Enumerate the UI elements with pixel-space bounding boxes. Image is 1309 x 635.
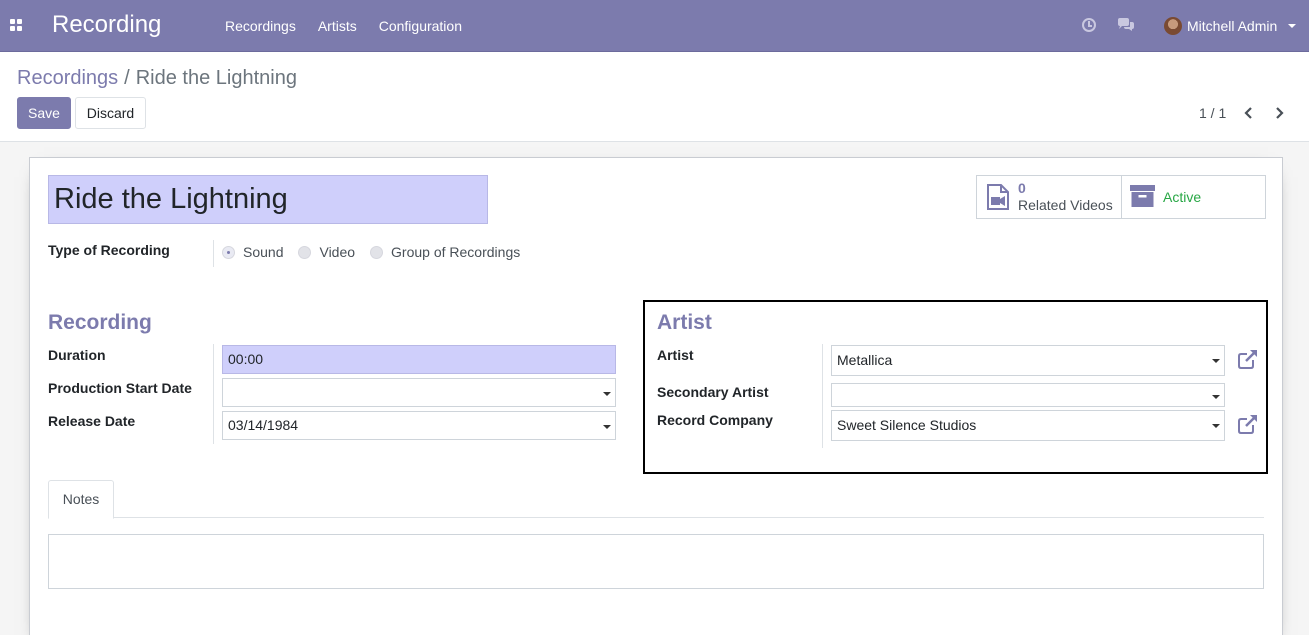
external-link-icon[interactable] — [1238, 414, 1258, 434]
pager-value[interactable]: 1 / 1 — [1199, 105, 1226, 121]
radio-unchecked-icon[interactable] — [370, 245, 384, 259]
release-date-label: Release Date — [48, 413, 136, 429]
duration-label: Duration — [48, 347, 106, 363]
artist-value: Metallica — [837, 352, 893, 368]
discard-button[interactable]: Discard — [75, 97, 146, 129]
date-dropdown-caret-icon[interactable] — [603, 425, 611, 429]
active-toggle-button[interactable]: Active — [1121, 176, 1265, 218]
recording-group-title: Recording — [48, 311, 152, 334]
release-date-value: 03/14/1984 — [228, 417, 299, 433]
artist-label: Artist — [657, 347, 694, 363]
record-company-dropdown-caret-icon[interactable] — [1212, 424, 1220, 428]
artist-group-box: Artist Artist Secondary Artist Record Co… — [643, 300, 1268, 474]
label-divider — [213, 344, 214, 444]
label-divider — [822, 344, 823, 448]
notebook-tabs: Notes — [48, 480, 1264, 519]
notes-field[interactable] — [48, 534, 1264, 589]
secondary-artist-dropdown-caret-icon[interactable] — [1212, 395, 1220, 399]
artist-group-title: Artist — [657, 311, 712, 334]
radio-label: Video — [319, 244, 356, 260]
radio-video[interactable]: Video — [298, 244, 355, 260]
recording-title-field[interactable]: Ride the Lightning — [48, 175, 488, 224]
menu-item-recordings[interactable]: Recordings — [214, 0, 307, 52]
pager-next-icon[interactable] — [1272, 106, 1286, 120]
record-company-value: Sweet Silence Studios — [837, 417, 977, 433]
label-divider — [213, 240, 214, 267]
file-video-icon — [987, 184, 1009, 210]
record-company-label: Record Company — [657, 412, 773, 428]
form-sheet: Ride the Lightning 0 Related Videos Acti… — [29, 157, 1283, 635]
top-navbar: Recording Recordings Artists Configurati… — [0, 0, 1309, 52]
artist-field[interactable]: Metallica — [831, 345, 1225, 376]
related-videos-label: Related Videos — [1018, 197, 1113, 213]
type-of-recording-label: Type of Recording — [48, 242, 170, 258]
apps-menu-icon[interactable] — [10, 19, 24, 33]
breadcrumb-parent-link[interactable]: Recordings — [17, 67, 118, 89]
production-start-date-label: Production Start Date — [48, 380, 192, 396]
record-company-field[interactable]: Sweet Silence Studios — [831, 410, 1225, 441]
active-status-label: Active — [1163, 189, 1202, 205]
related-videos-button[interactable]: 0 Related Videos — [977, 176, 1121, 218]
smart-button-box: 0 Related Videos Active — [976, 175, 1266, 219]
main-menu: Recordings Artists Configuration — [214, 0, 473, 52]
secondary-artist-field[interactable] — [831, 383, 1225, 407]
app-name[interactable]: Recording — [52, 10, 161, 40]
breadcrumb-separator: / — [124, 67, 130, 89]
date-dropdown-caret-icon[interactable] — [603, 392, 611, 396]
artist-dropdown-caret-icon[interactable] — [1212, 359, 1220, 363]
radio-sound[interactable]: Sound — [222, 244, 283, 260]
external-link-icon[interactable] — [1238, 349, 1258, 369]
radio-label: Sound — [243, 244, 284, 260]
breadcrumb: Recordings / Ride the Lightning — [17, 66, 297, 90]
menu-item-configuration[interactable]: Configuration — [368, 0, 473, 52]
radio-label: Group of Recordings — [391, 244, 521, 260]
production-start-date-field[interactable] — [222, 378, 616, 407]
tab-notes[interactable]: Notes — [48, 480, 114, 519]
activity-clock-icon[interactable] — [1082, 18, 1096, 32]
save-button[interactable]: Save — [17, 97, 71, 129]
user-menu[interactable]: Mitchell Admin — [1187, 0, 1277, 52]
archive-icon — [1130, 185, 1155, 207]
type-of-recording-radio-group: Sound Video Group of Recordings — [222, 242, 535, 262]
menu-item-artists[interactable]: Artists — [307, 0, 368, 52]
secondary-artist-label: Secondary Artist — [657, 384, 769, 400]
radio-group-of-recordings[interactable]: Group of Recordings — [370, 244, 520, 260]
user-menu-caret-icon[interactable] — [1288, 24, 1296, 28]
control-panel: Recordings / Ride the Lightning Save Disca… — [0, 52, 1309, 142]
user-avatar[interactable] — [1164, 17, 1182, 35]
discuss-chat-icon[interactable] — [1117, 18, 1135, 32]
radio-unchecked-icon[interactable] — [298, 245, 312, 259]
duration-field[interactable]: 00:00 — [222, 345, 616, 374]
pager-previous-icon[interactable] — [1242, 106, 1256, 120]
breadcrumb-current: Ride the Lightning — [135, 67, 297, 89]
radio-checked-icon[interactable] — [222, 245, 235, 259]
release-date-field[interactable]: 03/14/1984 — [222, 411, 616, 440]
related-videos-count: 0 — [1018, 180, 1026, 196]
